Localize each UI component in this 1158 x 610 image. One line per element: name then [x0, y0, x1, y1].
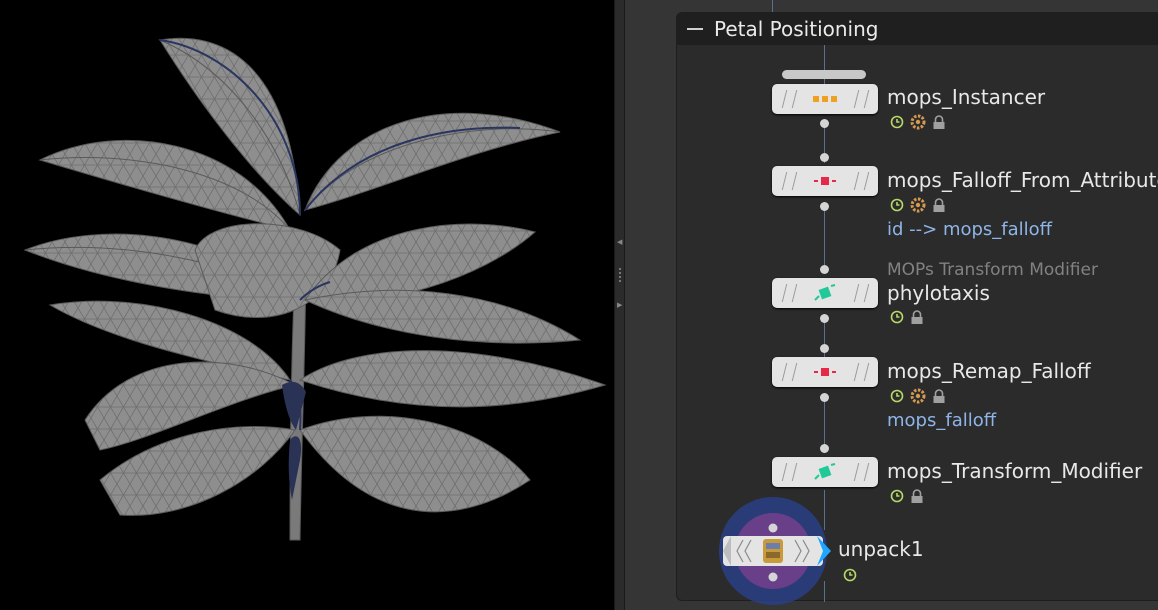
clock-icon	[843, 568, 857, 582]
lock-icon	[933, 114, 945, 129]
lock-icon	[933, 388, 945, 403]
output-connector[interactable]	[820, 202, 829, 211]
node-mops-instancer[interactable]	[772, 84, 878, 114]
wire	[824, 45, 825, 85]
lock-icon	[911, 488, 923, 503]
input-connector[interactable]	[820, 153, 829, 162]
node-expression: mops_falloff	[887, 410, 997, 431]
input-connector[interactable]	[820, 265, 829, 274]
network-box-header[interactable]: Petal Positioning	[677, 13, 1158, 45]
node-flags	[890, 309, 924, 325]
node-label: phylotaxis	[887, 281, 990, 305]
clock-icon	[890, 310, 904, 324]
output-connector[interactable]	[820, 314, 829, 323]
grip-dot	[619, 268, 621, 270]
collapse-right-arrow-icon[interactable]: ▶	[617, 302, 622, 309]
collapse-icon[interactable]	[687, 28, 703, 30]
lock-icon	[933, 197, 945, 212]
lock-icon	[911, 309, 923, 324]
green-transform-icon	[772, 457, 878, 487]
pane-divider[interactable]: ◀ ▶	[614, 0, 625, 610]
red-falloff-icon	[772, 357, 878, 387]
node-mops-remap-falloff[interactable]	[772, 357, 878, 387]
green-transform-icon	[772, 278, 878, 308]
3d-viewport[interactable]	[0, 0, 614, 610]
wire	[772, 0, 773, 12]
network-box[interactable]: Petal Positioning mops_Instancer mops_Fa…	[676, 12, 1158, 605]
node-mops-transform-modifier[interactable]	[772, 457, 878, 487]
node-mops-falloff-from-attribute[interactable]	[772, 166, 878, 196]
node-label: mops_Remap_Falloff	[887, 359, 1091, 383]
node-flags	[890, 197, 946, 213]
output-connector[interactable]	[768, 572, 778, 582]
gear-icon	[910, 388, 926, 404]
output-connector[interactable]	[820, 119, 829, 128]
clock-icon	[890, 115, 904, 129]
node-label: mops_Instancer	[887, 85, 1046, 109]
gear-icon	[910, 197, 926, 213]
node-flags	[890, 114, 946, 130]
orange-dots-icon	[772, 84, 878, 114]
clock-icon	[890, 198, 904, 212]
node-label: mops_Transform_Modifier	[887, 459, 1143, 483]
clock-icon	[890, 489, 904, 503]
grip-dot	[619, 272, 621, 274]
gear-icon	[910, 114, 926, 130]
network-box-title: Petal Positioning	[714, 17, 879, 41]
red-falloff-icon	[772, 166, 878, 196]
node-phylotaxis[interactable]	[772, 278, 878, 308]
grip-dot	[619, 280, 621, 282]
input-connector[interactable]	[820, 344, 829, 353]
node-label: unpack1	[838, 537, 924, 561]
unpack-icon	[763, 539, 783, 563]
node-flags	[843, 567, 857, 583]
input-connector[interactable]	[768, 523, 778, 533]
input-connector[interactable]	[820, 444, 829, 453]
network-editor[interactable]: Petal Positioning mops_Instancer mops_Fa…	[625, 0, 1158, 610]
node-type-label: MOPs Transform Modifier	[887, 260, 1098, 280]
output-connector[interactable]	[820, 393, 829, 402]
plant-geometry	[23, 37, 607, 541]
node-unpack1[interactable]	[717, 495, 837, 605]
node-flags	[890, 488, 924, 504]
grip-dot	[619, 276, 621, 278]
node-label: mops_Falloff_From_Attribute	[887, 168, 1158, 192]
wire	[824, 206, 825, 266]
collapse-left-arrow-icon[interactable]: ◀	[617, 239, 622, 246]
node-expression: id --> mops_falloff	[887, 219, 1053, 240]
collapsed-input-indicator	[782, 70, 866, 79]
clock-icon	[890, 389, 904, 403]
node-flags	[890, 388, 946, 404]
